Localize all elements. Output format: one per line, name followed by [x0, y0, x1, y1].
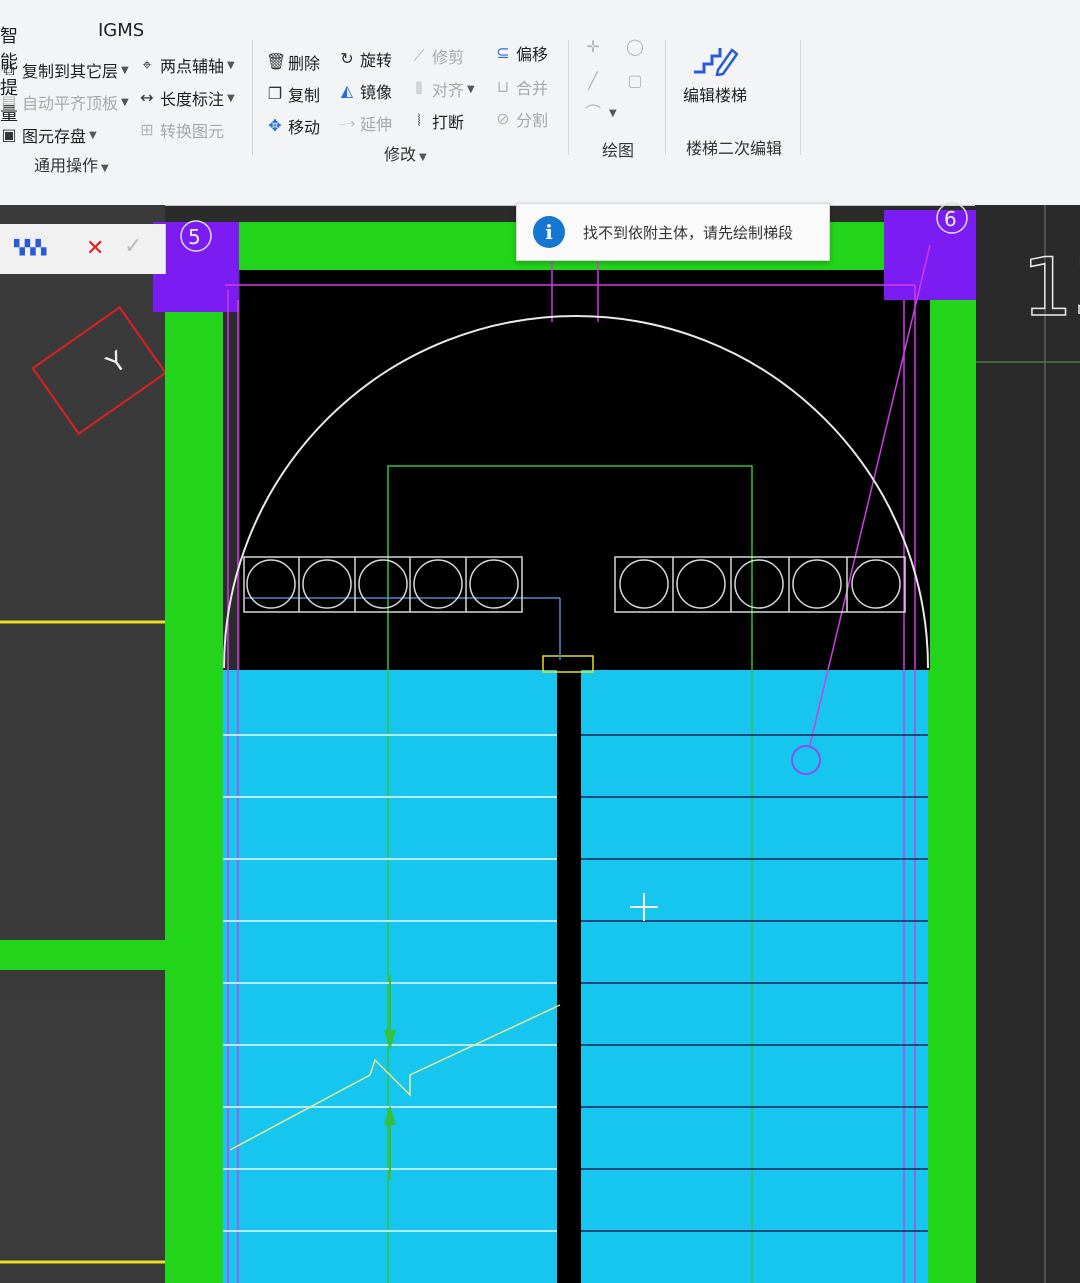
- cad-canvas[interactable]: Y 13: [0, 0, 1080, 1283]
- axis-label-5: 5: [188, 225, 201, 249]
- right-area: [975, 205, 1080, 1283]
- stair-draw-icon: ▚▚▚: [14, 240, 47, 256]
- stair-well-gap: [557, 670, 581, 1283]
- column-right: [884, 210, 976, 300]
- axis-label-13: 13: [1022, 241, 1080, 334]
- wall-left: [165, 222, 223, 1283]
- check-icon[interactable]: ✓: [124, 234, 142, 259]
- info-icon: i: [533, 216, 565, 248]
- stair-landing-area: [240, 270, 930, 670]
- wall-right: [928, 222, 976, 1283]
- left-room-lower: [0, 1000, 165, 1255]
- close-icon[interactable]: ✕: [86, 236, 104, 261]
- toast-message: 找不到依附主体，请先绘制梯段: [583, 223, 794, 242]
- draw-command-bar: ▚▚▚ ✕ ✓: [0, 224, 166, 274]
- info-toast: i 找不到依附主体，请先绘制梯段: [516, 203, 830, 261]
- axis-label-6: 6: [944, 207, 957, 231]
- stair-flight-right: [580, 670, 928, 1283]
